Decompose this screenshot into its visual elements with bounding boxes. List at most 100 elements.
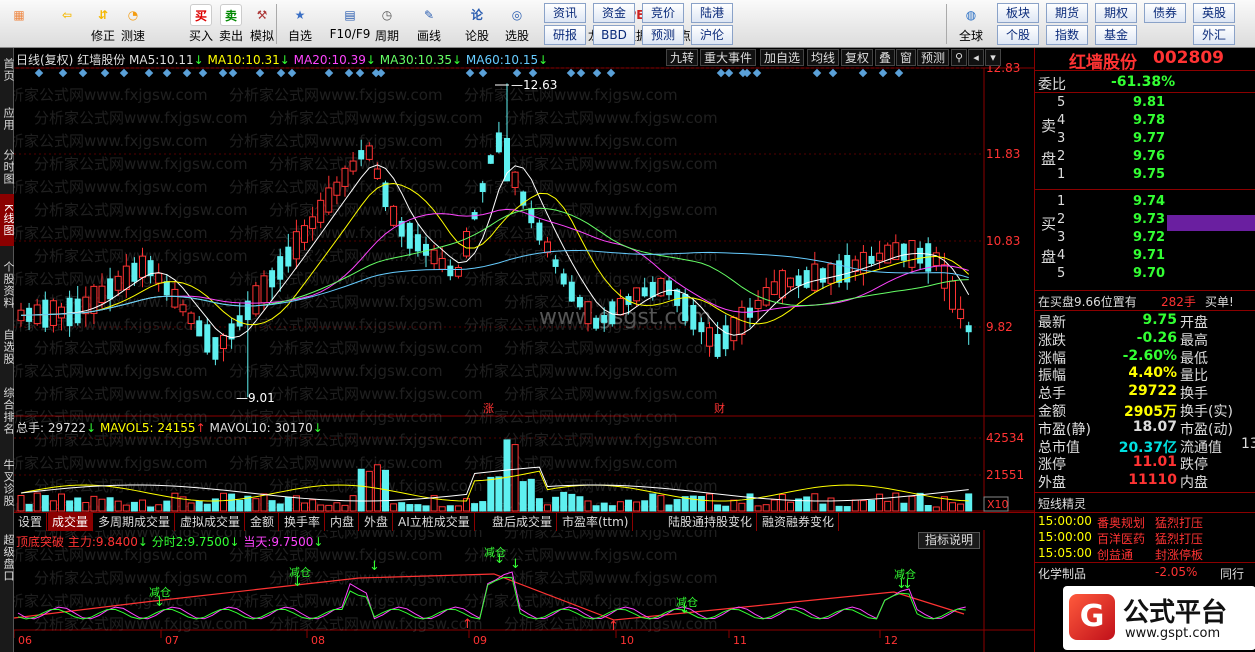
candle-up — [633, 287, 641, 302]
quick-button[interactable]: 外汇 — [1193, 25, 1235, 45]
quick-button[interactable]: 研报 — [544, 25, 586, 45]
toolbar-pencil-button[interactable]: ✎ 画线 — [414, 2, 444, 46]
toolbar-label: 画线 — [416, 29, 441, 43]
toolbar-sell-button[interactable]: 卖卖出 — [216, 2, 246, 46]
sub-tab[interactable]: 换手率 — [280, 513, 326, 531]
chart-header-button[interactable]: 窗 — [896, 49, 917, 66]
sub-tab[interactable]: 成交量 — [48, 513, 94, 531]
news-stock: 创益通 — [1097, 548, 1134, 562]
chart-header-button[interactable]: 预测 — [917, 49, 950, 66]
quick-button[interactable]: 板块 — [997, 3, 1039, 23]
kline-chart-area[interactable]: 分析家公式网www.fxjgsw.com 分析家公式网www.fxjgsw.com… — [14, 48, 1034, 652]
watermark-text: 分析家公式网www.fxjgsw.com — [14, 454, 208, 472]
left-tab[interactable]: 分时图 — [0, 144, 15, 190]
quick-button[interactable]: 预测 — [642, 25, 684, 45]
panel-line — [1035, 492, 1255, 493]
left-tab[interactable]: 超级盘口 — [0, 518, 15, 598]
lock-icon[interactable]: ⚲ — [951, 49, 967, 66]
jiancang-label: 减仓 — [484, 545, 506, 559]
ask-price: 9.76 — [1133, 149, 1166, 164]
sub-tab[interactable]: 多周期成交量 — [94, 513, 176, 531]
quick-button[interactable]: 资金 — [593, 3, 635, 23]
indicator-name: 顶底突破 — [16, 535, 65, 549]
volume-bar — [317, 504, 325, 512]
toolbar-updown-arrow-button[interactable]: ⇵ 修正 — [88, 2, 118, 46]
sub-tab[interactable]: 内盘 — [326, 513, 360, 531]
toolbar-period-clock-button[interactable]: ◷ 周期 — [372, 2, 402, 46]
sub-tab[interactable]: 设置 — [14, 513, 48, 531]
volume-bar — [357, 468, 365, 512]
quick-button[interactable]: 陆港 — [691, 3, 733, 23]
quick-button[interactable]: 竞价 — [642, 3, 684, 23]
quick-button[interactable]: 基金 — [1095, 25, 1137, 45]
volume-bar — [641, 500, 649, 512]
bid-price: 9.71 — [1133, 248, 1166, 263]
left-tab[interactable]: 个股资料 — [0, 250, 15, 320]
event-diamond — [119, 68, 129, 78]
volume-bar — [284, 496, 292, 512]
sub-tab[interactable]: 金额 — [246, 513, 280, 531]
left-tab[interactable]: K线图 — [0, 194, 15, 246]
left-tab[interactable]: 牛叉诊股 — [0, 452, 15, 514]
sub-tab[interactable]: 市盈率(ttm) — [558, 513, 634, 531]
volume-bar — [957, 503, 965, 512]
chart-canvas[interactable]: 分析家公式网www.fxjgsw.com 分析家公式网www.fxjgsw.com… — [14, 48, 1034, 652]
sub-tab[interactable]: 虚拟成交量 — [176, 513, 246, 531]
volume-bar — [868, 499, 875, 512]
sub-tab[interactable]: 融资融券变化 — [758, 513, 840, 531]
indicator-explain-button[interactable]: 指标说明 — [918, 532, 980, 549]
x-axis-label: 08 — [311, 634, 325, 647]
toolbar-buy-button[interactable]: 买买入 — [186, 2, 216, 46]
watermark-text: 分析家公式网www.fxjgsw.com — [229, 592, 443, 610]
quote-label-2: 内盘 — [1180, 475, 1208, 492]
event-diamond — [218, 68, 228, 78]
toolbar-star-folder-button[interactable]: ★ 自选 — [285, 2, 315, 46]
chart-header-button[interactable]: 均线 — [807, 49, 840, 66]
quick-button[interactable]: 资讯 — [544, 3, 586, 23]
toolbar-hammer-button[interactable]: ⚒ 模拟 — [247, 2, 277, 46]
toolbar-home-grid-button[interactable]: ▦ — [4, 2, 34, 46]
candle-down — [625, 296, 632, 305]
toolbar-select-stock-button[interactable]: ◎ 选股 — [502, 2, 532, 46]
close-panel-icon[interactable]: ◂ — [968, 49, 984, 66]
candle-down — [641, 287, 648, 297]
quick-button[interactable]: BBD — [593, 25, 635, 45]
left-tab[interactable]: 应用 — [0, 98, 15, 140]
dropdown-icon[interactable]: ▾ — [985, 49, 1001, 66]
panel-line — [1035, 92, 1255, 93]
sub-tab[interactable]: 盘后成交量 — [488, 513, 558, 531]
chart-header-button[interactable]: 加自选 — [760, 49, 805, 66]
candle-down — [568, 281, 575, 302]
watermark-text: 分析家公式网www.fxjgsw.com — [269, 385, 483, 403]
quick-button[interactable]: 期货 — [1046, 3, 1088, 23]
toolbar-discuss-button[interactable]: 论论股 — [462, 2, 492, 46]
left-tab[interactable]: 首页 — [0, 50, 15, 90]
toolbar-back-arrow-button[interactable]: ⇦ — [52, 2, 82, 46]
chart-header-button[interactable]: 叠 — [875, 49, 896, 66]
news-title: 短线精灵 — [1038, 497, 1087, 511]
toolbar-f10-button[interactable]: ▤ F10/F9 — [328, 2, 372, 46]
volume-bar — [276, 503, 284, 512]
quick-button[interactable]: 沪伦 — [691, 25, 733, 45]
quick-button[interactable]: 指数 — [1046, 25, 1088, 45]
chart-header-button[interactable]: 重大事件 — [700, 49, 757, 66]
left-tab[interactable]: 综合排名 — [0, 374, 15, 448]
quick-button[interactable]: 债券 — [1144, 3, 1186, 23]
quick-button[interactable]: 期权 — [1095, 3, 1137, 23]
toolbar-globe-button[interactable]: ◍ 全球 — [956, 2, 986, 46]
candle-down — [107, 278, 114, 300]
toolbar-separator — [276, 4, 277, 44]
sub-tab[interactable]: 陆股通持股变化 — [664, 513, 758, 531]
quote-value: 18.07 — [1132, 418, 1177, 435]
chart-header-button[interactable]: 九转 — [666, 49, 699, 66]
sub-tab[interactable]: AI立桩成交量 — [394, 513, 475, 531]
chart-header-button[interactable]: 复权 — [841, 49, 874, 66]
toolbar-alarm-clock-button[interactable]: ◔ 测速 — [118, 2, 148, 46]
quick-button[interactable]: 个股 — [997, 25, 1039, 45]
sub-tab[interactable]: 外盘 — [360, 513, 394, 531]
quick-button[interactable]: 英股 — [1193, 3, 1235, 23]
left-tab[interactable]: 自选股 — [0, 324, 15, 370]
event-diamond — [528, 68, 538, 78]
volume-bar — [924, 505, 932, 512]
volume-bar — [900, 502, 908, 512]
